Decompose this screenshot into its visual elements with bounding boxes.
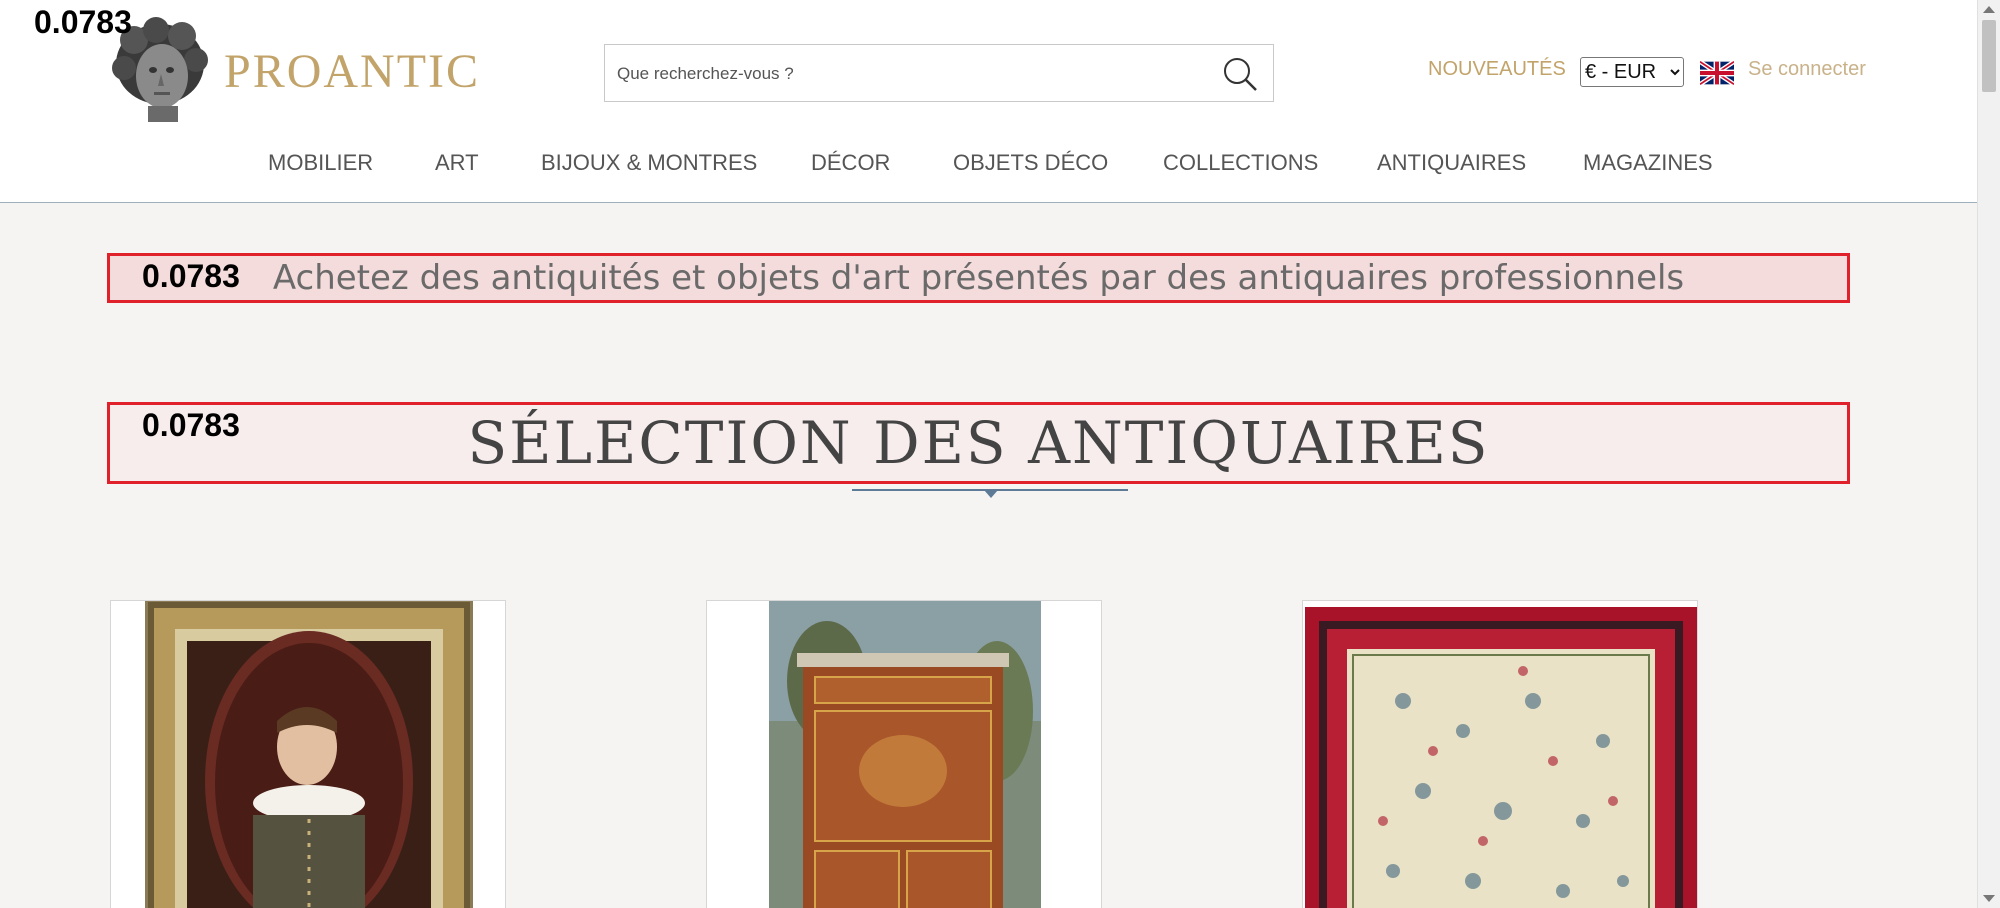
title-underline-notch — [984, 490, 998, 498]
product-card-cabinet[interactable] — [706, 600, 1102, 908]
nav-item-mobilier[interactable]: MOBILIER — [268, 150, 373, 176]
section-title: SÉLECTION DES ANTIQUAIRES — [467, 409, 1490, 477]
nav-item-collections[interactable]: COLLECTIONS — [1163, 150, 1318, 176]
nav-item-magazines[interactable]: MAGAZINES — [1583, 150, 1713, 176]
nav-item-art[interactable]: ART — [435, 150, 479, 176]
nav-item-antiquaires[interactable]: ANTIQUAIRES — [1377, 150, 1526, 176]
product-card-rug[interactable] — [1302, 600, 1698, 908]
search-input[interactable] — [615, 57, 1199, 91]
section-title-banner: 0.0783 SÉLECTION DES ANTIQUAIRES — [107, 402, 1850, 484]
nouveautes-link[interactable]: NOUVEAUTÉS — [1428, 58, 1566, 81]
persian-rug-image[interactable] — [1303, 601, 1698, 908]
nav-item-objets-deco[interactable]: OBJETS DÉCO — [953, 150, 1108, 176]
page: 0.0783 PROANTIC NOUVEAUTÉS € - EUR — [0, 0, 1978, 908]
debug-overlay-value: 0.0783 — [142, 407, 240, 443]
scrollbar-thumb[interactable] — [1982, 20, 1996, 92]
scroll-down-arrow-icon[interactable] — [1983, 895, 1995, 902]
scroll-up-arrow-icon[interactable] — [1983, 6, 1995, 13]
login-link[interactable]: Se connecter — [1748, 58, 1866, 81]
nav-item-bijoux-montres[interactable]: BIJOUX & MONTRES — [541, 150, 757, 176]
debug-overlay-value: 0.0783 — [34, 4, 132, 40]
search-bar — [604, 44, 1274, 102]
nav-item-decor[interactable]: DÉCOR — [811, 150, 890, 176]
page-scrollbar[interactable] — [1977, 0, 2000, 908]
main-nav: MOBILIER ART BIJOUX & MONTRES DÉCOR OBJE… — [0, 150, 1978, 178]
secretaire-cabinet-image[interactable] — [707, 601, 1102, 908]
tagline-text: Achetez des antiquités et objets d'art p… — [272, 258, 1685, 298]
currency-select[interactable]: € - EUR — [1580, 57, 1684, 87]
portrait-painting-image[interactable] — [111, 601, 506, 908]
tagline-banner: 0.0783 Achetez des antiquités et objets … — [107, 253, 1850, 303]
search-icon[interactable] — [1221, 55, 1259, 93]
brand-name[interactable]: PROANTIC — [224, 44, 480, 99]
product-card-portrait[interactable] — [110, 600, 506, 908]
site-header: 0.0783 PROANTIC NOUVEAUTÉS € - EUR — [0, 0, 1978, 203]
uk-flag-icon[interactable] — [1700, 60, 1734, 86]
debug-overlay-value: 0.0783 — [142, 258, 240, 294]
